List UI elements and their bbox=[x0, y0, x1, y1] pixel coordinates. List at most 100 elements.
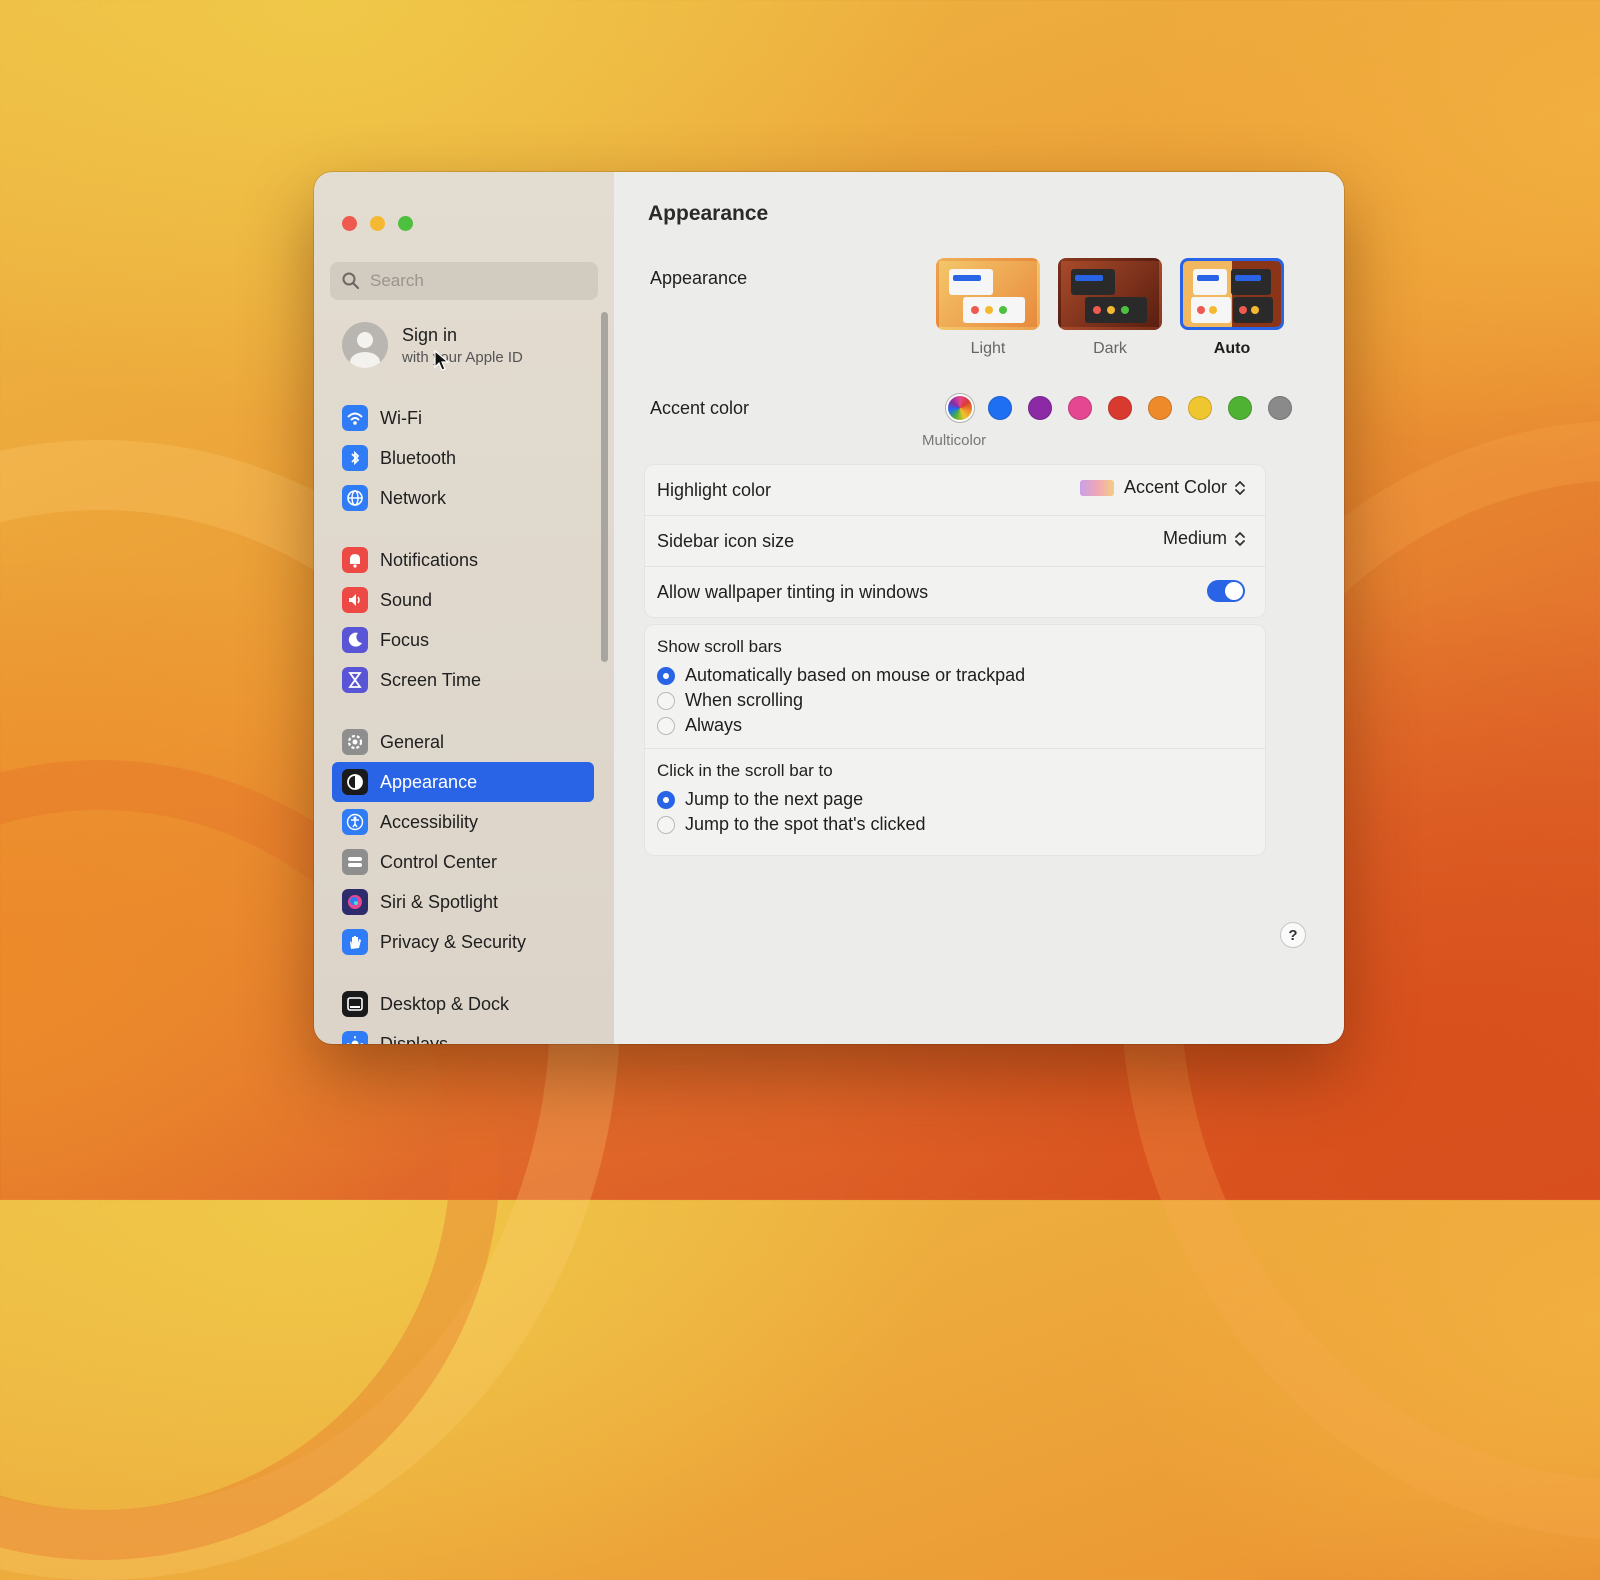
wallpaper-tinting-row: Allow wallpaper tinting in windows bbox=[645, 567, 1265, 617]
wifi-icon bbox=[342, 405, 368, 431]
search-icon bbox=[342, 272, 360, 290]
sun-icon bbox=[342, 1031, 368, 1044]
sidebar-item-accessibility[interactable]: Accessibility bbox=[332, 802, 594, 842]
radio-button[interactable] bbox=[657, 666, 675, 685]
sidebar-item-sound[interactable]: Sound bbox=[332, 580, 594, 620]
sidebar-item-desktop-dock[interactable]: Desktop & Dock bbox=[332, 984, 594, 1024]
radio-button[interactable] bbox=[657, 716, 675, 735]
scroll-bars-group: Show scroll bars Automatically based on … bbox=[644, 624, 1266, 856]
dark-thumbnail bbox=[1058, 258, 1162, 330]
highlight-color-label: Highlight color bbox=[657, 480, 772, 500]
sidebar-icon-size-popup[interactable]: Medium bbox=[1163, 528, 1245, 549]
appearance-option-label: Light bbox=[970, 340, 1006, 357]
accent-swatch[interactable] bbox=[1108, 396, 1132, 420]
radio-label: Jump to the next page bbox=[685, 789, 864, 809]
highlight-color-swatch bbox=[1079, 479, 1114, 496]
appearance-options: Light Dark Auto bbox=[936, 258, 1284, 358]
wallpaper-tinting-toggle[interactable] bbox=[1207, 580, 1245, 602]
apple-id-signin[interactable]: Sign in with your Apple ID bbox=[342, 322, 523, 368]
page-title: Appearance bbox=[648, 202, 769, 225]
sidebar-item-network[interactable]: Network bbox=[332, 478, 594, 518]
accent-swatch[interactable] bbox=[1188, 396, 1212, 420]
sidebar-scrollbar[interactable] bbox=[601, 312, 608, 662]
minimize-button[interactable] bbox=[370, 216, 385, 231]
sidebar-group: Wi-Fi Bluetooth Network bbox=[332, 398, 594, 518]
display-options-group: Highlight color Accent Color Sidebar ico… bbox=[644, 464, 1266, 618]
highlight-color-value: Accent Color bbox=[1123, 477, 1227, 497]
sidebar-item-label: Displays bbox=[380, 1033, 449, 1045]
sidebar-item-label: Siri & Spotlight bbox=[380, 891, 499, 912]
sidebar-item-general[interactable]: General bbox=[332, 722, 594, 762]
click-scroll-bar-options: Jump to the next page Jump to the spot th… bbox=[645, 787, 1265, 837]
accent-swatch[interactable] bbox=[1028, 396, 1052, 420]
signin-subtitle: with your Apple ID bbox=[402, 348, 523, 366]
click-scroll-bar-title: Click in the scroll bar to bbox=[657, 761, 833, 780]
bluetooth-icon bbox=[342, 445, 368, 471]
sidebar-item-label: Accessibility bbox=[380, 811, 479, 832]
wallpaper-tinting-label: Allow wallpaper tinting in windows bbox=[657, 582, 929, 602]
appearance-label: Appearance bbox=[650, 268, 748, 288]
appearance-option-label: Dark bbox=[1093, 340, 1127, 357]
toggle-knob bbox=[1225, 582, 1243, 600]
sidebar-icon-size-value: Medium bbox=[1162, 528, 1227, 548]
accent-swatch[interactable] bbox=[1228, 396, 1252, 420]
appearance-pane: Appearance Appearance Light Dark Auto Ac… bbox=[614, 172, 1344, 1044]
accessibility-icon bbox=[342, 809, 368, 835]
sidebar-icon-size-label: Sidebar icon size bbox=[657, 531, 795, 551]
radio-button[interactable] bbox=[657, 815, 675, 834]
appearance-option-dark[interactable]: Dark bbox=[1058, 258, 1162, 358]
dock-icon bbox=[342, 991, 368, 1017]
appearance-option-auto[interactable]: Auto bbox=[1180, 258, 1284, 358]
sidebar-item-label: Bluetooth bbox=[380, 447, 457, 468]
sidebar-group: Desktop & Dock Displays bbox=[332, 984, 594, 1044]
sidebar-icon-size-row: Sidebar icon size Medium bbox=[645, 516, 1265, 567]
sidebar-item-label: Wi-Fi bbox=[380, 407, 422, 428]
radio-option[interactable]: Jump to the spot that's clicked bbox=[657, 812, 1265, 837]
sidebar-item-label: Desktop & Dock bbox=[380, 993, 510, 1014]
radio-option[interactable]: When scrolling bbox=[657, 688, 1265, 713]
radio-label: Automatically based on mouse or trackpad bbox=[685, 665, 1026, 685]
search-input[interactable] bbox=[368, 270, 592, 292]
radio-button[interactable] bbox=[657, 691, 675, 710]
help-button[interactable]: ? bbox=[1280, 922, 1306, 948]
sidebar-item-label: Control Center bbox=[380, 851, 498, 872]
radio-button[interactable] bbox=[657, 790, 675, 809]
highlight-color-popup[interactable]: Accent Color bbox=[1079, 477, 1245, 498]
sidebar-item-control-center[interactable]: Control Center bbox=[332, 842, 594, 882]
accent-color-caption: Multicolor bbox=[922, 432, 987, 449]
radio-option[interactable]: Jump to the next page bbox=[657, 787, 1265, 812]
sidebar-item-siri-spotlight[interactable]: Siri & Spotlight bbox=[332, 882, 594, 922]
sidebar-item-label: Sound bbox=[380, 589, 433, 610]
sidebar-item-privacy-security[interactable]: Privacy & Security bbox=[332, 922, 594, 962]
radio-option[interactable]: Automatically based on mouse or trackpad bbox=[657, 663, 1265, 688]
radio-option[interactable]: Always bbox=[657, 713, 1265, 738]
sidebar-item-label: Network bbox=[380, 487, 447, 508]
accent-swatch-multicolor[interactable] bbox=[948, 396, 972, 420]
show-scroll-bars-title: Show scroll bars bbox=[657, 637, 782, 656]
sidebar-item-focus[interactable]: Focus bbox=[332, 620, 594, 660]
appearance-icon bbox=[342, 769, 368, 795]
sidebar-item-wi-fi[interactable]: Wi-Fi bbox=[332, 398, 594, 438]
show-scroll-bars-options: Automatically based on mouse or trackpad… bbox=[645, 663, 1265, 738]
siri-icon bbox=[342, 889, 368, 915]
sidebar-item-screen-time[interactable]: Screen Time bbox=[332, 660, 594, 700]
accent-swatch[interactable] bbox=[1268, 396, 1292, 420]
sidebar-item-appearance[interactable]: Appearance bbox=[332, 762, 594, 802]
bell-icon bbox=[342, 547, 368, 573]
sidebar-item-notifications[interactable]: Notifications bbox=[332, 540, 594, 580]
sidebar-item-displays[interactable]: Displays bbox=[332, 1024, 594, 1044]
accent-color-swatches bbox=[948, 396, 1292, 420]
accent-swatch[interactable] bbox=[1068, 396, 1092, 420]
sidebar: Sign in with your Apple ID Wi-Fi Bluetoot… bbox=[314, 172, 614, 1044]
appearance-option-label: Auto bbox=[1213, 340, 1251, 357]
appearance-option-light[interactable]: Light bbox=[936, 258, 1040, 358]
accent-swatch[interactable] bbox=[988, 396, 1012, 420]
accent-swatch[interactable] bbox=[1148, 396, 1172, 420]
updown-chevron-icon bbox=[1235, 480, 1245, 495]
zoom-button[interactable] bbox=[398, 216, 413, 231]
close-button[interactable] bbox=[342, 216, 357, 231]
search-field[interactable] bbox=[330, 262, 598, 300]
sidebar-item-label: Appearance bbox=[380, 771, 478, 792]
sidebar-item-bluetooth[interactable]: Bluetooth bbox=[332, 438, 594, 478]
sidebar-item-label: Notifications bbox=[380, 549, 479, 570]
